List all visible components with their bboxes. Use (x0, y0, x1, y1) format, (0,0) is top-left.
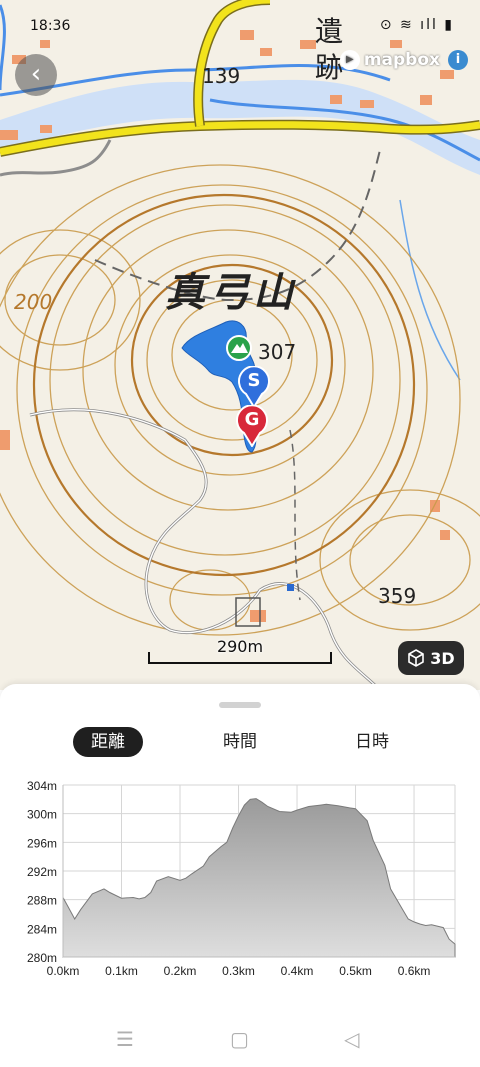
y-tick-label: 284m (27, 922, 57, 936)
back-button[interactable]: ‹ (15, 54, 57, 96)
x-tick-label: 0.4km (281, 964, 314, 978)
x-tick-label: 0.2km (164, 964, 197, 978)
peak-name-label: 真弓山 (165, 269, 297, 316)
x-tick-label: 0.0km (47, 964, 80, 978)
ruin-label: 遺 (315, 15, 344, 48)
start-marker-label: S (247, 370, 261, 391)
x-tick-label: 0.1km (105, 964, 138, 978)
scale-bar: 290m (148, 637, 332, 664)
map-view[interactable]: 真弓山 307 139 359 200 遺 跡 S G 18:36 ⊙ ≋ ıl… (0, 0, 480, 690)
y-tick-label: 304m (27, 779, 57, 793)
x-tick-label: 0.3km (222, 964, 255, 978)
y-tick-label: 292m (27, 865, 57, 879)
elevation-sheet: 距離 時間 日時 304m 300m 296m 292m 288m 284m 280m 0.0… (0, 684, 480, 1067)
y-tick-label: 296m (27, 836, 57, 850)
status-time: 18:36 (30, 18, 71, 34)
3d-view-button[interactable]: 3D (398, 641, 464, 675)
system-nav-bar: ☰ ▢ ◁ (0, 1011, 480, 1067)
cube-icon (408, 649, 425, 667)
contour-label-200: 200 (14, 290, 53, 314)
back-nav-icon[interactable]: ◁ (344, 1027, 359, 1051)
status-icons: ⊙ ≋ ıll ▮ (379, 17, 454, 33)
elevation-chart[interactable]: 304m 300m 296m 292m 288m 284m 280m0.0km 0.1km 0.… (0, 779, 480, 999)
menu-icon[interactable]: ☰ (116, 1027, 134, 1051)
mapbox-logo-icon: ▶ (339, 50, 360, 70)
elevation-label-139: 139 (202, 64, 241, 88)
tab-datetime[interactable]: 日時 (337, 727, 407, 757)
profile-tabs: 距離 時間 日時 (0, 727, 480, 761)
3d-button-label: 3D (430, 648, 455, 668)
home-icon[interactable]: ▢ (230, 1027, 249, 1051)
chevron-left-icon: ‹ (30, 59, 42, 89)
sheet-drag-handle[interactable] (219, 702, 261, 708)
y-tick-label: 300m (27, 808, 57, 822)
mapbox-label: mapbox (363, 50, 440, 70)
y-tick-label: 288m (27, 894, 57, 908)
y-tick-label: 280m (27, 951, 57, 965)
info-icon[interactable]: i (448, 50, 468, 70)
tab-time[interactable]: 時間 (205, 727, 275, 757)
summit-marker-icon[interactable] (225, 334, 253, 362)
start-marker[interactable]: S (237, 366, 271, 408)
mapbox-attribution[interactable]: ▶ mapbox i (339, 50, 468, 70)
ruin-label-2: 跡 (315, 51, 344, 84)
x-tick-label: 0.6km (398, 964, 431, 978)
goal-marker[interactable]: G (235, 405, 269, 447)
x-tick-label: 0.5km (339, 964, 372, 978)
goal-marker-label: G (244, 409, 260, 430)
elevation-label-307: 307 (258, 340, 297, 364)
tab-distance[interactable]: 距離 (73, 727, 143, 757)
scale-bar-label: 290m (216, 637, 264, 656)
elevation-label-359: 359 (378, 584, 417, 608)
